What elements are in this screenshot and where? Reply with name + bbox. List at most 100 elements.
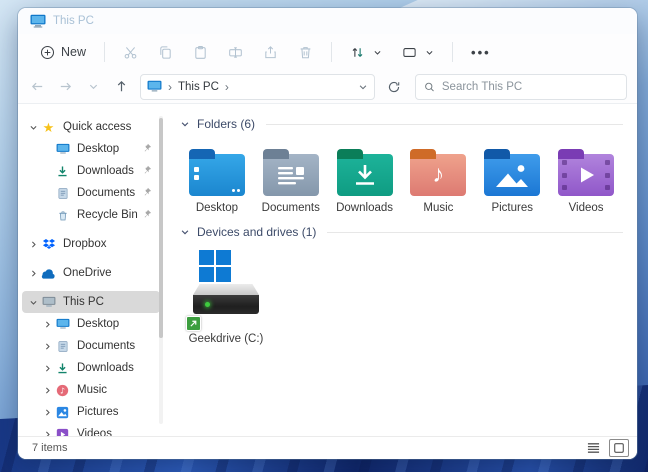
new-button-label: New — [61, 45, 86, 59]
sort-button[interactable] — [342, 40, 390, 65]
cut-button[interactable] — [115, 40, 146, 65]
chevron-down-icon[interactable] — [180, 227, 190, 237]
chevron-right-icon[interactable] — [40, 408, 54, 417]
more-icon: ••• — [471, 45, 491, 60]
desktop-folder-dots — [237, 189, 240, 192]
chevron-right-icon[interactable] — [26, 240, 40, 249]
chevron-right-icon[interactable] — [40, 386, 54, 395]
hard-drive-front-face — [193, 295, 259, 314]
chevron-down-icon — [373, 48, 382, 57]
folder-tile-pictures[interactable]: Pictures — [475, 142, 549, 216]
content-pane: Folders (6) Desktop Documents — [164, 104, 637, 436]
arrow-right-icon — [58, 79, 73, 94]
folder-tile-label: Documents — [262, 202, 320, 214]
delete-button[interactable] — [290, 40, 321, 65]
address-bar[interactable]: › This PC › — [140, 74, 375, 100]
pin-icon[interactable] — [142, 143, 154, 156]
this-pc-monitor-icon — [147, 80, 162, 93]
paste-button[interactable] — [185, 40, 216, 65]
folder-tile-label: Desktop — [196, 202, 238, 214]
devices-section-header[interactable]: Devices and drives (1) — [180, 222, 623, 242]
sidebar-item-dropbox[interactable]: Dropbox — [22, 233, 160, 255]
breadcrumb-chevron[interactable]: › — [167, 80, 173, 94]
search-input[interactable] — [442, 81, 618, 93]
sidebar-scrollbar-thumb[interactable] — [159, 118, 163, 338]
sidebar-scrollbar[interactable] — [159, 116, 163, 424]
address-row: › This PC › — [18, 70, 637, 104]
refresh-button[interactable] — [381, 74, 407, 100]
pin-icon[interactable] — [142, 165, 154, 178]
rename-icon — [228, 45, 243, 60]
copy-button[interactable] — [150, 40, 181, 65]
window-body: ★ Quick access Desktop Downloads Documen… — [18, 104, 637, 436]
view-icon — [402, 45, 417, 60]
titlebar[interactable]: This PC — [18, 8, 637, 34]
paste-icon — [193, 45, 208, 60]
music-icon: ♪ — [54, 383, 71, 398]
chevron-down-icon[interactable] — [26, 123, 40, 132]
pin-icon[interactable] — [142, 209, 154, 222]
sidebar-item-pictures[interactable]: Pictures — [22, 401, 160, 423]
folder-tile-music[interactable]: ♪ Music — [401, 142, 475, 216]
new-button[interactable]: New — [32, 40, 94, 65]
folder-tile-label: Videos — [569, 202, 604, 214]
chevron-down-icon — [88, 81, 99, 92]
drive-label: Geekdrive (C:) — [189, 333, 264, 345]
details-view-button[interactable] — [583, 439, 603, 457]
documents-icon — [54, 339, 71, 354]
downloads-folder-icon — [337, 154, 393, 196]
sidebar-item-videos[interactable]: Videos — [22, 423, 160, 436]
devices-section-count: (1) — [302, 225, 317, 239]
this-pc-monitor-icon — [30, 14, 46, 28]
share-icon — [263, 45, 278, 60]
sidebar-item-onedrive[interactable]: OneDrive — [22, 262, 160, 284]
sidebar-item-recycle-bin[interactable]: Recycle Bin — [22, 204, 160, 226]
chevron-down-icon[interactable] — [180, 119, 190, 129]
forward-button[interactable] — [52, 74, 78, 100]
chevron-right-icon[interactable] — [26, 269, 40, 278]
pin-icon[interactable] — [142, 187, 154, 200]
pictures-icon — [54, 405, 71, 420]
sidebar-item-downloads[interactable]: Downloads — [22, 357, 160, 379]
sidebar-item-documents[interactable]: Documents — [22, 335, 160, 357]
sidebar-item-music[interactable]: ♪ Music — [22, 379, 160, 401]
refresh-icon — [387, 80, 401, 94]
section-divider-line — [266, 124, 623, 125]
breadcrumb-chevron[interactable]: › — [224, 80, 230, 94]
folder-tile-videos[interactable]: Videos — [549, 142, 623, 216]
music-folder-icon: ♪ — [410, 154, 466, 196]
chevron-right-icon[interactable] — [40, 320, 54, 329]
more-options-button[interactable]: ••• — [463, 40, 499, 65]
filmstrip-holes — [562, 160, 567, 190]
documents-icon — [54, 186, 71, 201]
chevron-right-icon[interactable] — [40, 364, 54, 373]
up-button[interactable] — [108, 74, 134, 100]
folder-tile-downloads[interactable]: Downloads — [328, 142, 402, 216]
folders-section-header[interactable]: Folders (6) — [180, 114, 623, 134]
breadcrumb-this-pc[interactable]: This PC — [178, 81, 219, 93]
chevron-right-icon[interactable] — [40, 430, 54, 437]
large-icons-view-button[interactable] — [609, 439, 629, 457]
chevron-down-icon[interactable] — [26, 298, 40, 307]
address-dropdown-chevron-icon[interactable] — [358, 82, 368, 92]
sidebar-item-quick-access[interactable]: ★ Quick access — [22, 116, 160, 138]
recycle-bin-icon — [54, 208, 71, 223]
drive-tile-geekdrive[interactable]: Geekdrive (C:) — [180, 250, 272, 345]
recent-locations-button[interactable] — [80, 74, 106, 100]
sidebar-item-desktop-qa[interactable]: Desktop — [22, 138, 160, 160]
sidebar-item-documents-qa[interactable]: Documents — [22, 182, 160, 204]
sidebar-item-downloads-qa[interactable]: Downloads — [22, 160, 160, 182]
rename-button[interactable] — [220, 40, 251, 65]
folder-tile-documents[interactable]: Documents — [254, 142, 328, 216]
sidebar-item-desktop[interactable]: Desktop — [22, 313, 160, 335]
sidebar-item-this-pc[interactable]: This PC — [22, 291, 160, 313]
chevron-right-icon[interactable] — [40, 342, 54, 351]
view-button[interactable] — [394, 40, 442, 65]
back-button[interactable] — [24, 74, 50, 100]
share-button[interactable] — [255, 40, 286, 65]
folder-tile-desktop[interactable]: Desktop — [180, 142, 254, 216]
folders-section-count: (6) — [240, 117, 255, 131]
search-box[interactable] — [415, 74, 627, 100]
folders-section-title: Folders — [197, 117, 237, 131]
svg-text:♪: ♪ — [60, 385, 65, 395]
